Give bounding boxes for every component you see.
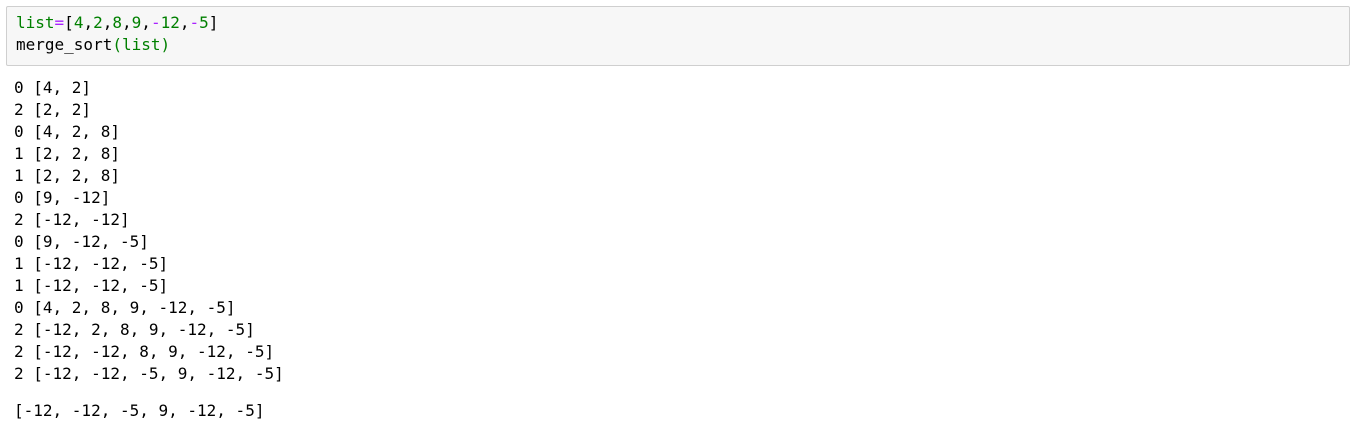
output-line: 2 [-12, -12, -5, 9, -12, -5] bbox=[14, 364, 284, 383]
code-line-1: list=[4,2,8,9,-12,-5] bbox=[16, 13, 219, 32]
output-line: 0 [4, 2, 8] bbox=[14, 122, 120, 141]
output-line: 1 [2, 2, 8] bbox=[14, 144, 120, 163]
output-line: 2 [2, 2] bbox=[14, 100, 92, 119]
output-line: 2 [-12, -12, 8, 9, -12, -5] bbox=[14, 342, 275, 361]
list-item: 5 bbox=[199, 13, 209, 32]
output-line: 1 [-12, -12, -5] bbox=[14, 276, 169, 295]
list-item: 2 bbox=[93, 13, 103, 32]
output-line: 2 [-12, -12] bbox=[14, 210, 130, 229]
close-paren: ) bbox=[160, 35, 171, 54]
function-argument: list bbox=[121, 35, 161, 54]
function-name: merge_sort bbox=[16, 35, 113, 54]
output-line: 0 [9, -12, -5] bbox=[14, 232, 149, 251]
list-item: 4 bbox=[73, 13, 84, 32]
output-line: 1 [-12, -12, -5] bbox=[14, 254, 169, 273]
list-item: 12 bbox=[160, 13, 180, 32]
result-output: [-12, -12, -5, 9, -12, -5] bbox=[14, 401, 265, 420]
assign-operator: = bbox=[54, 13, 65, 32]
open-bracket: [ bbox=[64, 13, 74, 32]
close-bracket: ] bbox=[208, 13, 219, 32]
code-line-2: merge_sort(list) bbox=[16, 34, 170, 56]
code-input-cell[interactable]: list=[4,2,8,9,-12,-5] merge_sort(list) bbox=[6, 6, 1350, 66]
open-paren: ( bbox=[112, 35, 122, 54]
output-line: 0 [9, -12] bbox=[14, 188, 111, 207]
variable-name: list bbox=[16, 13, 55, 32]
output-line: 2 [-12, 2, 8, 9, -12, -5] bbox=[14, 320, 255, 339]
output-line: 1 [2, 2, 8] bbox=[14, 166, 120, 185]
list-item: 8 bbox=[112, 13, 123, 32]
stream-output: 0 [4, 2] 2 [2, 2] 0 [4, 2, 8] 1 [2, 2, 8… bbox=[14, 77, 1344, 385]
output-line: 0 [4, 2, 8, 9, -12, -5] bbox=[14, 298, 236, 317]
list-item: 9 bbox=[131, 13, 142, 32]
output-line: 0 [4, 2] bbox=[14, 78, 92, 97]
